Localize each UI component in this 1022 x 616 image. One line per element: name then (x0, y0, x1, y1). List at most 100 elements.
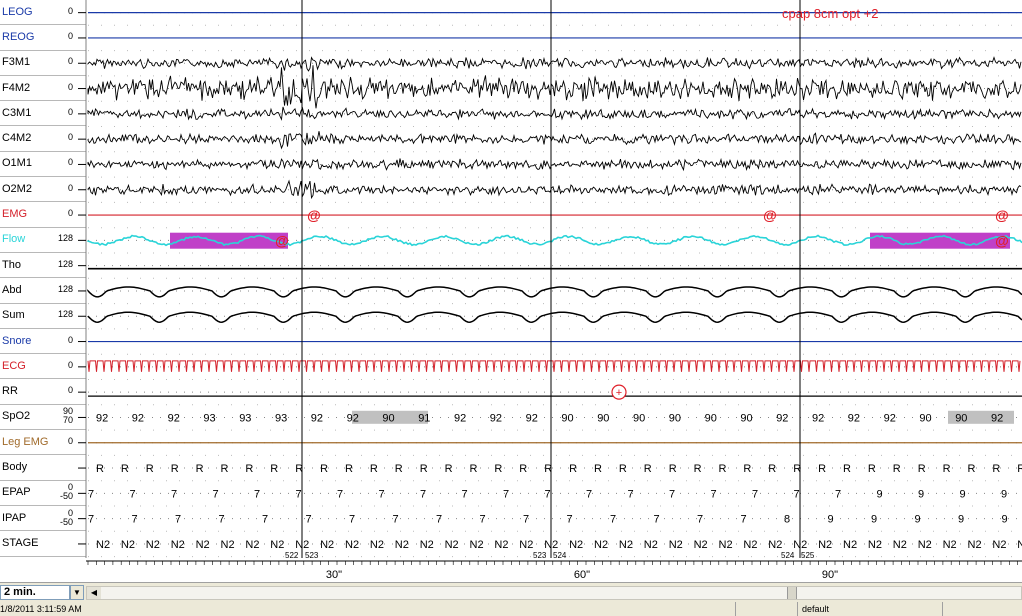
body-position-value: R (171, 463, 179, 475)
signal-trace (87, 65, 1022, 109)
sleep-stage-value: N2 (594, 539, 608, 551)
time-scrollbar[interactable]: ◀ (86, 586, 1022, 600)
sleep-stage-value: N2 (743, 539, 757, 551)
time-label: 30" (326, 569, 342, 581)
duration-select[interactable]: 2 min. (0, 585, 70, 600)
sleep-stage-value: N2 (420, 539, 434, 551)
sleep-stage-value: N2 (395, 539, 409, 551)
spo2-value: 92 (812, 412, 824, 424)
timestamp: 1/8/2011 3:11:59 AM (0, 604, 82, 614)
sleep-stage-value: N2 (943, 539, 957, 551)
annotation-text: cpap 8cm opt +2 (782, 6, 879, 21)
epap-value: 7 (669, 488, 675, 500)
sleep-stage-value: N2 (445, 539, 459, 551)
event-marker-icon[interactable]: @ (995, 207, 1009, 223)
sleep-stage-value: N2 (868, 539, 882, 551)
body-position-value: R (669, 463, 677, 475)
sleep-stage-value: N2 (470, 539, 484, 551)
sleep-stage-value: N2 (121, 539, 135, 551)
sleep-stage-value: N2 (494, 539, 508, 551)
body-position-value: R (1017, 463, 1022, 475)
sleep-stage-value: N2 (171, 539, 185, 551)
spo2-value: 92 (168, 412, 180, 424)
sleep-stage-value: N2 (270, 539, 284, 551)
ipap-value: 7 (436, 514, 442, 526)
sleep-stage-value: N2 (96, 539, 110, 551)
time-axis: 30" 60" 90" (86, 560, 1022, 581)
epap-value: 7 (296, 488, 302, 500)
spo2-value: 92 (526, 412, 538, 424)
sleep-stage-value: N2 (569, 539, 583, 551)
spo2-value: 92 (490, 412, 502, 424)
spo2-value: 92 (96, 412, 108, 424)
waveform-display[interactable]: 92 92 92 93 93 93 92 92 90 91 92 92 92 90 90 90 90 90 90 92… (0, 0, 1022, 558)
spo2-value: 92 (347, 412, 359, 424)
chevron-down-icon[interactable]: ▼ (70, 585, 84, 600)
signal-trace (87, 106, 1022, 121)
apnea-event-box[interactable] (870, 232, 1010, 249)
ipap-value: 7 (88, 514, 94, 526)
ipap-value: 9 (828, 514, 834, 526)
body-position-value: R (395, 463, 403, 475)
body-position-value: R (644, 463, 652, 475)
sleep-stage-value: N2 (519, 539, 533, 551)
spo2-value: 91 (418, 412, 430, 424)
sleep-stage-value: N2 (918, 539, 932, 551)
sleep-stage-value: N2 (619, 539, 633, 551)
sleep-stage-value: N2 (893, 539, 907, 551)
epoch-number: 522 (285, 551, 299, 558)
spo2-value: 92 (884, 412, 896, 424)
epap-value: 7 (337, 488, 343, 500)
ipap-value: 7 (697, 514, 703, 526)
montage-name: default (802, 604, 830, 614)
epap-value: 7 (462, 488, 468, 500)
body-position-value: R (245, 463, 253, 475)
ipap-value: 9 (958, 514, 964, 526)
scrollbar-thumb[interactable] (787, 587, 797, 599)
event-marker-icon[interactable]: @ (995, 232, 1009, 248)
sleep-stage-value: N2 (768, 539, 782, 551)
ipap-value: 7 (175, 514, 181, 526)
event-marker-icon[interactable]: @ (275, 232, 289, 248)
body-position-value: R (743, 463, 751, 475)
ipap-value: 7 (654, 514, 660, 526)
body-position-value: R (146, 463, 154, 475)
body-position-value: R (519, 463, 527, 475)
spo2-value: 92 (991, 412, 1003, 424)
status-bar: 1/8/2011 3:11:59 AM default (0, 602, 1022, 616)
signal-trace (87, 56, 1022, 72)
body-position-value: R (320, 463, 328, 475)
ipap-value: 9 (871, 514, 877, 526)
spo2-value: 90 (633, 412, 645, 424)
ipap-value: 7 (393, 514, 399, 526)
apnea-event-box[interactable] (170, 232, 288, 249)
epap-value: 9 (1001, 488, 1007, 500)
epoch-number: 523 (533, 551, 547, 558)
event-marker-icon[interactable]: @ (307, 207, 321, 223)
spo2-value: 90 (740, 412, 752, 424)
ipap-value: 7 (262, 514, 268, 526)
body-position-value: R (370, 463, 378, 475)
body-position-value: R (694, 463, 702, 475)
spo2-value: 92 (132, 412, 144, 424)
sleep-stage-value: N2 (221, 539, 235, 551)
sleep-stage-value: N (1017, 539, 1022, 551)
scroll-left-arrow-icon[interactable]: ◀ (87, 587, 101, 599)
spo2-value: 92 (776, 412, 788, 424)
epap-value: 7 (88, 488, 94, 500)
ipap-value: 8 (784, 514, 790, 526)
epap-value: 9 (877, 488, 883, 500)
body-position-value: R (893, 463, 901, 475)
spo2-value: 90 (382, 412, 394, 424)
ipap-value: 7 (219, 514, 225, 526)
body-position-value: R (968, 463, 976, 475)
epoch-number: 524 (553, 551, 567, 558)
epap-value: 7 (545, 488, 551, 500)
spo2-value: 90 (919, 412, 931, 424)
event-marker-icon[interactable]: @ (763, 207, 777, 223)
body-position-value: R (196, 463, 204, 475)
signal-trace (87, 179, 1022, 200)
epap-value: 7 (752, 488, 758, 500)
time-label: 60" (574, 569, 590, 581)
epoch-number: 525 (801, 551, 815, 558)
